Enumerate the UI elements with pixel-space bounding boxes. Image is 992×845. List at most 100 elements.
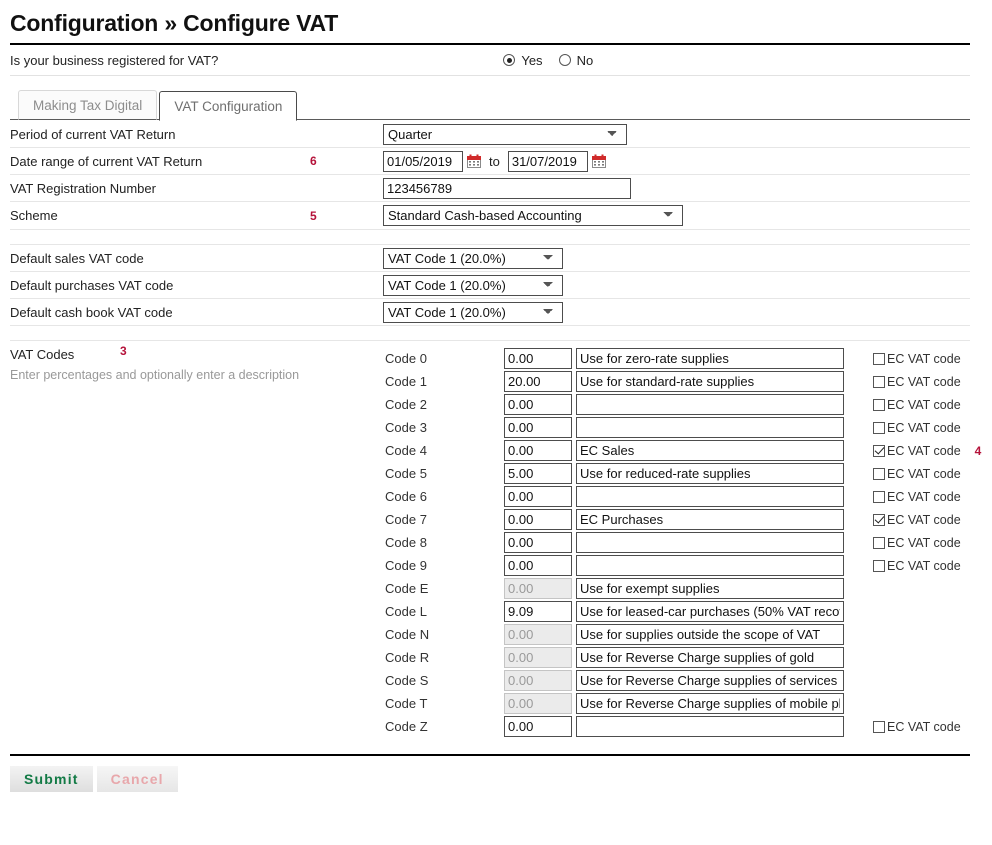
date-from-input[interactable]: [383, 150, 463, 172]
vat-code-amount-input[interactable]: [504, 417, 572, 438]
ec-vat-code-group: EC VAT code: [873, 421, 961, 435]
vat-code-amount-input[interactable]: [504, 394, 572, 415]
ec-vat-code-group: EC VAT code: [873, 559, 961, 573]
vat-code-row: Code 3 EC VAT code: [10, 416, 970, 439]
vat-code-description-input[interactable]: [576, 716, 844, 737]
vat-code-amount-input[interactable]: [504, 601, 572, 622]
vat-code-label: Code 6: [385, 489, 427, 504]
vat-code-row: Code S: [10, 669, 970, 692]
default-purchases-label: Default purchases VAT code: [10, 277, 174, 293]
ec-vat-code-checkbox[interactable]: [873, 720, 885, 733]
vat-code-description-input[interactable]: [576, 463, 844, 484]
date-range-annotation: 6: [310, 154, 317, 168]
ec-vat-code-checkbox[interactable]: [873, 444, 885, 457]
ec-vat-code-checkbox[interactable]: [873, 352, 885, 365]
ec-vat-code-checkbox[interactable]: [873, 421, 885, 434]
vat-code-amount-input[interactable]: [504, 348, 572, 369]
row-default-purchases: Default purchases VAT code VAT Code 1 (2…: [10, 272, 970, 299]
vrn-label: VAT Registration Number: [10, 180, 156, 196]
vat-code-amount-input[interactable]: [504, 371, 572, 392]
ec-vat-code-label: EC VAT code: [887, 558, 961, 573]
vat-code-amount-input[interactable]: [504, 555, 572, 576]
period-control: Quarter: [383, 123, 627, 145]
vat-code-amount-input[interactable]: [504, 440, 572, 461]
vat-code-description-input[interactable]: [576, 555, 844, 576]
period-select[interactable]: Quarter: [383, 123, 627, 145]
ec-vat-code-label: EC VAT code: [887, 489, 961, 504]
vat-code-description-input[interactable]: [576, 371, 844, 392]
default-sales-select[interactable]: VAT Code 1 (20.0%): [383, 247, 563, 269]
ec-vat-code-checkbox[interactable]: [873, 375, 885, 388]
ec-vat-code-label: EC VAT code: [887, 397, 961, 412]
vrn-input[interactable]: [383, 177, 631, 199]
ec-vat-code-group: EC VAT code: [873, 467, 961, 481]
vat-code-amount-input: [504, 670, 572, 691]
ec-vat-code-group: EC VAT code 4: [873, 444, 981, 458]
vat-codes-section: VAT Codes 3 Enter percentages and option…: [10, 341, 981, 738]
calendar-icon-to[interactable]: [591, 154, 606, 168]
ec-vat-code-checkbox[interactable]: [873, 490, 885, 503]
vat-code-description-input[interactable]: [576, 647, 844, 668]
vat-codes-annotation: 3: [119, 344, 127, 358]
ec-vat-code-checkbox[interactable]: [873, 513, 885, 526]
vat-codes-title: VAT Codes: [10, 347, 75, 362]
vat-code-label: Code T: [385, 696, 428, 711]
submit-button[interactable]: Submit: [10, 766, 93, 792]
vat-code-amount-input[interactable]: [504, 463, 572, 484]
radio-no-label: No: [576, 52, 594, 68]
vat-code-row: Code N: [10, 623, 970, 646]
default-purchases-select[interactable]: VAT Code 1 (20.0%): [383, 274, 563, 296]
scheme-annotation: 5: [310, 208, 317, 223]
vat-code-description-input[interactable]: [576, 670, 844, 691]
vat-code-description-input[interactable]: [576, 509, 844, 530]
ec-vat-code-checkbox[interactable]: [873, 559, 885, 572]
radio-yes[interactable]: [503, 54, 516, 66]
date-to-input[interactable]: [507, 150, 588, 172]
vat-code-amount-input: [504, 693, 572, 714]
vat-code-row: Code Z EC VAT code: [10, 715, 970, 738]
ec-vat-code-label: EC VAT code: [887, 466, 961, 481]
vat-code-amount-input[interactable]: [504, 509, 572, 530]
vat-code-description-input[interactable]: [576, 624, 844, 645]
date-range-label: Date range of current VAT Return: [10, 153, 203, 169]
vat-code-label: Code 7: [385, 512, 427, 527]
row-default-sales: Default sales VAT code VAT Code 1 (20.0%…: [10, 245, 970, 272]
vat-code-description-input[interactable]: [576, 440, 844, 461]
ec-vat-code-checkbox[interactable]: [873, 467, 885, 480]
vat-code-description-input[interactable]: [576, 601, 844, 622]
calendar-icon-from[interactable]: [467, 154, 481, 168]
vat-code-amount-input[interactable]: [504, 532, 572, 553]
vat-code-description-input[interactable]: [576, 578, 844, 599]
scheme-select[interactable]: Standard Cash-based Accounting: [383, 205, 683, 226]
period-label: Period of current VAT Return: [10, 126, 176, 142]
ec-vat-code-group: EC VAT code: [873, 536, 961, 550]
ec-vat-code-group: EC VAT code: [873, 513, 961, 527]
default-cashbook-select[interactable]: VAT Code 1 (20.0%): [383, 301, 563, 323]
vat-code-label: Code 1: [385, 374, 427, 389]
cancel-button[interactable]: Cancel: [96, 766, 178, 792]
radio-no[interactable]: [558, 54, 571, 66]
vat-code-amount-input[interactable]: [504, 486, 572, 507]
vat-code-label: Code E: [385, 581, 429, 596]
vat-code-description-input[interactable]: [576, 348, 844, 369]
ec-vat-code-checkbox[interactable]: [873, 398, 885, 411]
date-range-separator: to: [489, 153, 500, 169]
vat-code-label: Code L: [385, 604, 427, 619]
tab-making-tax-digital[interactable]: Making Tax Digital: [18, 90, 158, 120]
tab-vat-configuration[interactable]: VAT Configuration: [159, 91, 298, 121]
vat-code-description-input[interactable]: [576, 486, 844, 507]
vat-code-amount-input[interactable]: [504, 716, 572, 737]
ec-vat-code-group: EC VAT code: [873, 375, 961, 389]
vat-code-amount-input: [504, 647, 572, 668]
form-actions: Submit Cancel: [10, 766, 992, 792]
vat-code-row: Code 5 EC VAT code: [10, 462, 970, 485]
vat-code-description-input[interactable]: [576, 532, 844, 553]
vat-code-description-input[interactable]: [576, 394, 844, 415]
vrn-control: [383, 177, 631, 199]
vat-code-row: Code T: [10, 692, 970, 715]
vat-code-label: Code 4: [385, 443, 427, 458]
vat-code-description-input[interactable]: [576, 693, 844, 714]
vat-code-amount-input: [504, 578, 572, 599]
ec-vat-code-checkbox[interactable]: [873, 536, 885, 549]
vat-code-description-input[interactable]: [576, 417, 844, 438]
